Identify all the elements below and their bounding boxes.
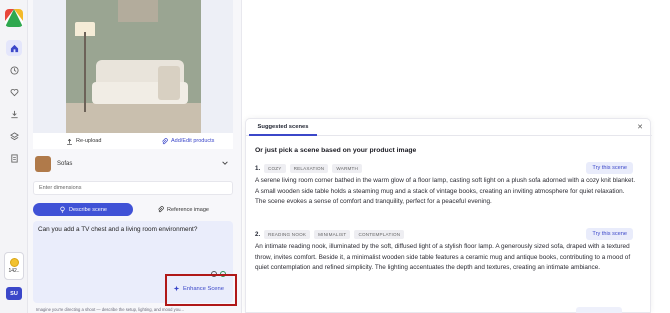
user-avatar[interactable]: SU bbox=[6, 287, 22, 300]
download-icon[interactable] bbox=[6, 106, 22, 122]
describe-scene-button[interactable]: Describe scene bbox=[33, 203, 133, 216]
scene-tag: COZY bbox=[264, 164, 286, 173]
product-image bbox=[66, 0, 201, 133]
close-icon[interactable]: ✕ bbox=[637, 123, 643, 131]
scene-number: 2. bbox=[255, 231, 261, 238]
home-icon[interactable] bbox=[6, 40, 22, 56]
credits-count: 142.. bbox=[8, 268, 20, 274]
preview-actions: Re-upload Add/Edit products bbox=[33, 133, 233, 149]
prompt-hint: Imagine you're directing a shoot — descr… bbox=[36, 307, 184, 312]
scene-description: An intimate reading nook, illuminated by… bbox=[255, 243, 631, 271]
scene-number: 1. bbox=[255, 165, 261, 172]
icon-rail: 142.. SU bbox=[0, 0, 28, 313]
scene-tag: RELAXATION bbox=[289, 164, 329, 173]
scene-description: A serene living room corner bathed in th… bbox=[255, 177, 636, 205]
highlight-box bbox=[165, 274, 237, 306]
history-icon[interactable] bbox=[6, 62, 22, 78]
product-name: Sofas bbox=[57, 161, 73, 167]
reupload-button[interactable]: Re-upload bbox=[66, 138, 101, 145]
coin-icon bbox=[9, 258, 19, 267]
add-edit-products-button[interactable]: Add/Edit products bbox=[161, 137, 215, 145]
credits-badge[interactable]: 142.. bbox=[4, 252, 24, 280]
describe-scene-label: Describe scene bbox=[69, 206, 107, 213]
scene-tag: WARMTH bbox=[332, 164, 363, 173]
scene-tag: MINIMALIST bbox=[314, 230, 351, 239]
prompt-text: Can you add a TV chest and a living room… bbox=[38, 226, 198, 233]
layers-icon[interactable] bbox=[6, 128, 22, 144]
suggested-scenes-panel: Suggested scenes ✕ Or just pick a scene … bbox=[245, 118, 652, 313]
bulb-icon bbox=[60, 206, 65, 213]
document-icon[interactable] bbox=[6, 150, 22, 166]
try-scene-button-partial[interactable] bbox=[576, 307, 622, 313]
product-preview bbox=[33, 0, 233, 133]
paperclip-icon bbox=[162, 137, 168, 144]
left-panel: Re-upload Add/Edit products Sofas Enter … bbox=[28, 0, 242, 313]
chevron-down-icon bbox=[222, 161, 228, 165]
product-selector[interactable]: Sofas bbox=[33, 154, 233, 174]
scene-tag: READING NOOK bbox=[264, 230, 311, 239]
try-scene-button[interactable]: Try this scene bbox=[586, 228, 633, 240]
upload-icon bbox=[67, 138, 72, 145]
product-thumbnail bbox=[35, 156, 51, 172]
reupload-label: Re-upload bbox=[76, 138, 102, 144]
reference-image-label: Reference image bbox=[167, 206, 209, 213]
tab-bar: Suggested scenes ✕ bbox=[246, 119, 652, 136]
favorites-icon[interactable] bbox=[6, 84, 22, 100]
paperclip-icon bbox=[158, 206, 164, 213]
scene-tags: COZY RELAXATION WARMTH bbox=[264, 164, 363, 173]
app-logo-icon[interactable] bbox=[5, 9, 23, 27]
try-scene-button[interactable]: Try this scene bbox=[586, 162, 633, 174]
scene-tag: CONTEMPLATION bbox=[354, 230, 405, 239]
scene-tags: READING NOOK MINIMALIST CONTEMPLATION bbox=[264, 230, 405, 239]
add-edit-label: Add/Edit products bbox=[171, 138, 215, 144]
scenes-subtitle: Or just pick a scene based on your produ… bbox=[255, 147, 417, 154]
reference-image-button[interactable]: Reference image bbox=[133, 203, 233, 216]
dimensions-input[interactable]: Enter dimensions bbox=[33, 181, 233, 195]
tab-suggested-scenes[interactable]: Suggested scenes bbox=[249, 119, 317, 136]
mode-toggle: Describe scene Reference image bbox=[33, 203, 233, 216]
